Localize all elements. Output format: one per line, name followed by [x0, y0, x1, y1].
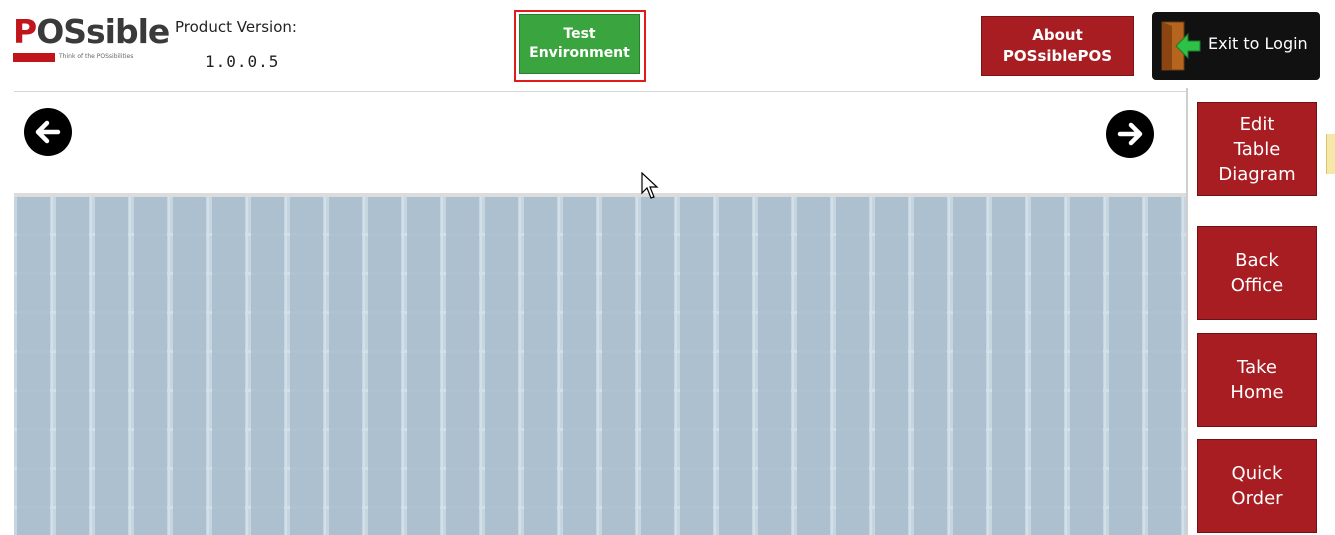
edit-table-diagram-button[interactable]: Edit Table Diagram	[1197, 102, 1317, 196]
logo-text: POSsible	[13, 12, 170, 51]
mouse-pointer-icon	[641, 172, 659, 199]
possible-logo: POSsible Think of the POSsibilities	[13, 10, 170, 66]
test-environment-button[interactable]: Test Environment	[519, 14, 640, 74]
arrow-left-circle-icon	[35, 120, 61, 144]
arrow-right-circle-icon	[1117, 122, 1143, 146]
pos-app: POSsible Think of the POSsibilities Prod…	[0, 0, 1335, 535]
table-page-nav	[14, 91, 1186, 194]
product-version-label: Product Version:	[175, 18, 297, 36]
header-bar: POSsible Think of the POSsibilities Prod…	[0, 0, 1335, 88]
about-button[interactable]: About POSsiblePOS	[981, 16, 1134, 76]
offscreen-panel-edge	[1326, 134, 1335, 174]
exit-to-login-button[interactable]: Exit to Login	[1152, 12, 1320, 80]
product-version-value: 1.0.0.5	[205, 52, 280, 71]
logo-tagline: Think of the POSsibilities	[59, 53, 134, 60]
logo-register-graphic	[13, 53, 55, 62]
next-page-button[interactable]	[1106, 110, 1154, 158]
take-home-button[interactable]: Take Home	[1197, 333, 1317, 427]
action-sidebar: Edit Table Diagram Back Office Take Home…	[1186, 88, 1335, 535]
table-diagram-floor[interactable]	[14, 193, 1186, 535]
quick-order-button[interactable]: Quick Order	[1197, 439, 1317, 533]
previous-page-button[interactable]	[24, 108, 72, 156]
back-office-button[interactable]: Back Office	[1197, 226, 1317, 320]
exit-door-icon	[1161, 21, 1201, 71]
exit-to-login-label: Exit to Login	[1208, 34, 1308, 53]
